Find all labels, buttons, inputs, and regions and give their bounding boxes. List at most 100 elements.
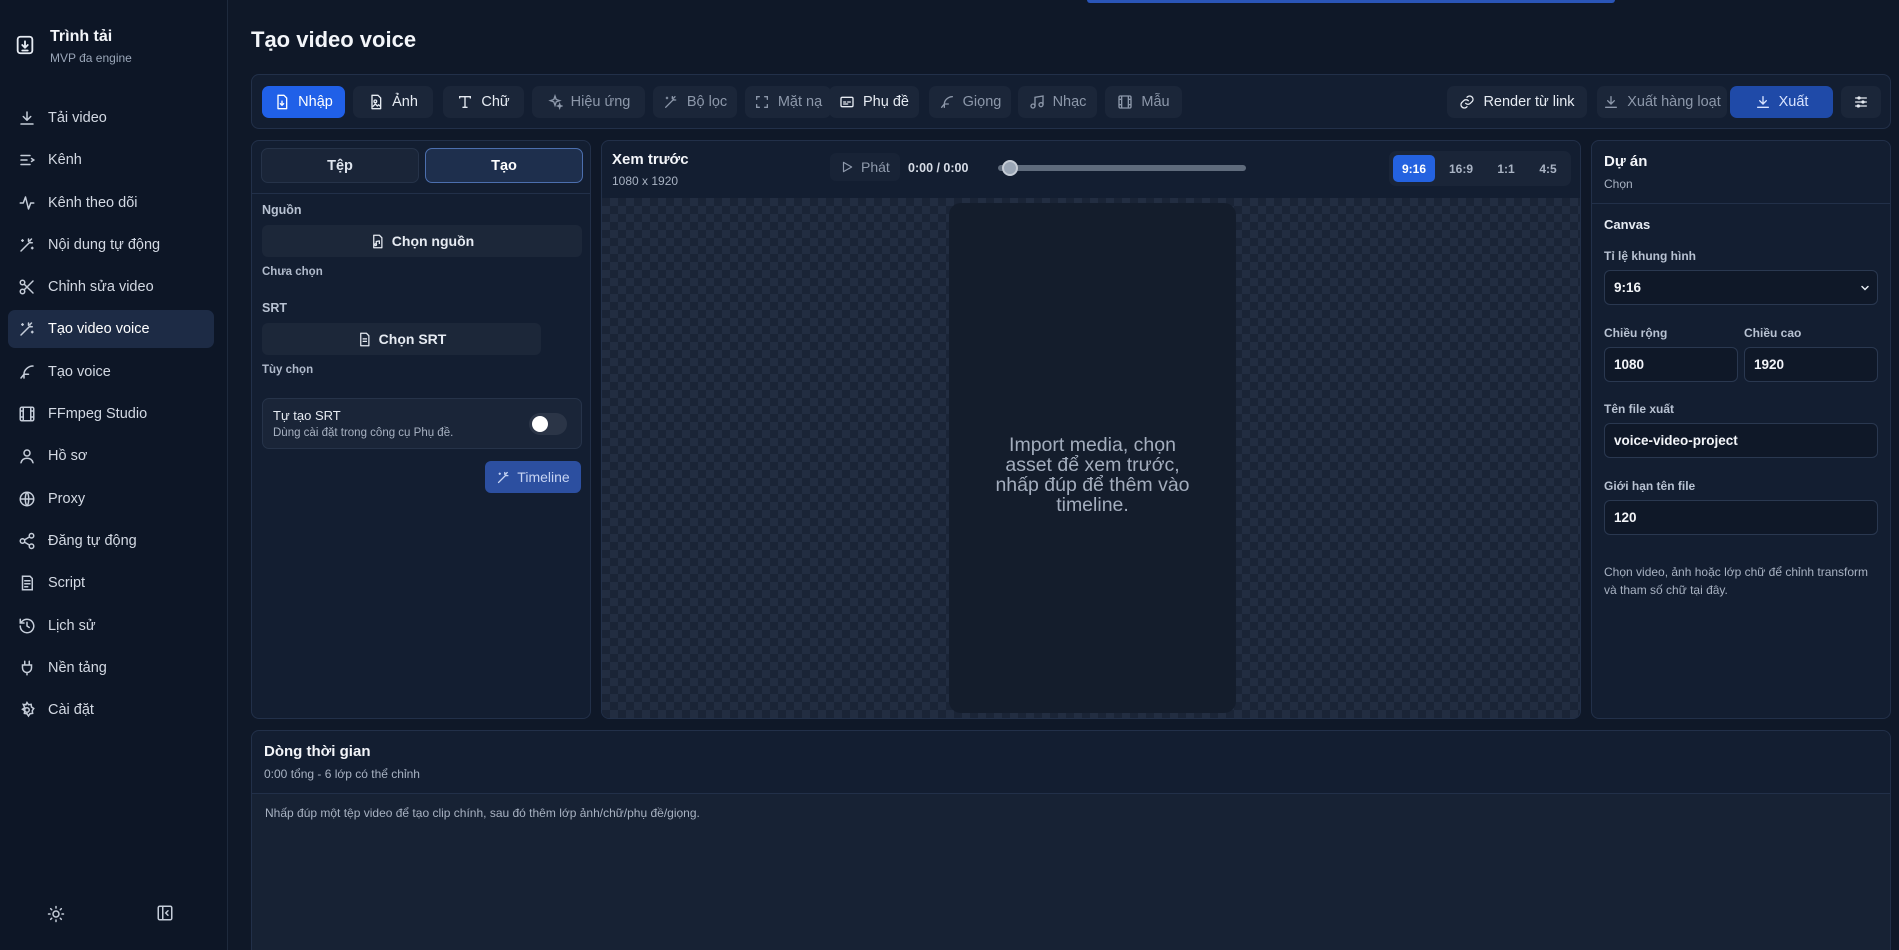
options-label: Tùy chọn <box>262 364 314 376</box>
ratio-1-1[interactable]: 1:1 <box>1487 155 1525 182</box>
template-button[interactable]: Mẫu <box>1105 86 1182 118</box>
sidebar-item-proxy[interactable]: Proxy <box>8 480 214 518</box>
sidebar-nav: Tải video Kênh Kênh theo dõi Nội dung tự… <box>8 99 214 733</box>
timeline-hint: Nhấp đúp một tệp video để tạo clip chính… <box>265 806 700 820</box>
choose-source-button[interactable]: Chọn nguồn <box>262 225 582 257</box>
timeline-tracks[interactable]: Nhấp đúp một tệp video để tạo clip chính… <box>252 794 1890 950</box>
import-label: Nhập <box>298 94 333 110</box>
globe-icon <box>18 490 36 508</box>
sidebar-item-script[interactable]: Script <box>8 564 214 602</box>
auto-srt-card: Tự tạo SRT Dùng cài đặt trong công cụ Ph… <box>262 398 582 449</box>
preview-canvas[interactable]: Import media, chọn asset để xem trước, n… <box>602 198 1580 718</box>
render-from-link-button[interactable]: Render từ link <box>1447 86 1587 118</box>
aspect-ratio-label: Tỉ lệ khung hình <box>1604 249 1696 263</box>
width-label: Chiều rộng <box>1604 326 1668 340</box>
image-button[interactable]: Ảnh <box>353 86 433 118</box>
preview-panel: Xem trước 1080 x 1920 Phát 0:00 / 0:00 9… <box>601 140 1581 719</box>
project-subtitle: Chọn <box>1604 177 1633 191</box>
batch-export-button[interactable]: Xuất hàng loạt <box>1597 86 1727 118</box>
seek-slider-thumb[interactable] <box>1002 160 1018 176</box>
sidebar-item-ho-so[interactable]: Hồ sơ <box>8 437 214 475</box>
image-file-icon <box>368 94 384 110</box>
toggle-knob <box>532 416 548 432</box>
project-title: Dự án <box>1604 153 1648 170</box>
choose-srt-button[interactable]: Chọn SRT <box>262 323 541 355</box>
subtitles-label: Phụ đề <box>863 94 909 110</box>
magic-wand-icon <box>18 236 36 254</box>
import-button[interactable]: Nhập <box>262 86 345 118</box>
canvas-section-title: Canvas <box>1604 217 1651 232</box>
mask-button[interactable]: Mặt nạ <box>745 86 831 118</box>
sidebar-item-lich-su[interactable]: Lịch sử <box>8 607 214 645</box>
preview-title: Xem trước <box>612 151 689 168</box>
music-label: Nhạc <box>1052 94 1087 110</box>
sidebar-item-label: FFmpeg Studio <box>48 406 148 423</box>
sparkles-icon <box>547 94 563 110</box>
playback-time: 0:00 / 0:00 <box>908 161 969 175</box>
auto-srt-toggle[interactable] <box>529 413 567 435</box>
sidebar-item-kenh-theo-doi[interactable]: Kênh theo dõi <box>8 184 214 222</box>
width-field[interactable]: 1080 <box>1604 347 1738 382</box>
sidebar-item-dang-tu-dong[interactable]: Đăng tự động <box>8 522 214 560</box>
music-button[interactable]: Nhạc <box>1018 86 1097 118</box>
sidebar-item-ffmpeg-studio[interactable]: FFmpeg Studio <box>8 395 214 433</box>
effects-button[interactable]: Hiệu ứng <box>532 86 645 118</box>
height-field[interactable]: 1920 <box>1744 347 1878 382</box>
chevron-down-icon <box>1859 282 1871 294</box>
auto-srt-title: Tự tạo SRT <box>273 408 341 423</box>
seek-slider-track[interactable] <box>998 165 1246 171</box>
tab-create[interactable]: Tạo <box>425 148 583 183</box>
sidebar-item-label: Hồ sơ <box>48 448 88 465</box>
aspect-ratio-value: 9:16 <box>1614 280 1642 295</box>
sidebar-item-nen-tang[interactable]: Nền tảng <box>8 649 214 687</box>
theme-toggle-sun-icon[interactable] <box>47 905 65 923</box>
sidebar-item-tao-video-voice[interactable]: Tạo video voice <box>8 310 214 349</box>
brand-title: Trình tải <box>50 28 113 45</box>
sidebar-item-chinh-sua-video[interactable]: Chỉnh sửa video <box>8 268 214 306</box>
subtitles-icon <box>839 94 855 110</box>
play-icon <box>840 160 854 174</box>
timeline-panel: Dòng thời gian 0:00 tổng - 6 lớp có thể … <box>251 730 1891 950</box>
sidebar-item-noi-dung-tu-dong[interactable]: Nội dung tự động <box>8 226 214 264</box>
magic-wand-icon <box>496 470 511 485</box>
sidebar-item-label: Proxy <box>48 490 86 507</box>
list-icon <box>18 151 36 169</box>
filename-limit-field[interactable]: 120 <box>1604 500 1878 535</box>
settings-sliders-button[interactable] <box>1841 86 1881 118</box>
aspect-ratio-select[interactable]: 9:16 <box>1604 270 1878 305</box>
tab-file[interactable]: Tệp <box>261 148 419 183</box>
download-box-icon <box>14 34 36 56</box>
export-button[interactable]: Xuất <box>1730 86 1833 118</box>
image-label: Ảnh <box>392 94 418 110</box>
feather-icon <box>939 94 955 110</box>
preview-frame[interactable]: Import media, chọn asset để xem trước, n… <box>949 203 1236 713</box>
timeline-title: Dòng thời gian <box>264 743 371 760</box>
filename-field[interactable]: voice-video-project <box>1604 423 1878 458</box>
sidebar-item-label: Nội dung tự động <box>48 236 161 253</box>
script-icon <box>18 574 36 592</box>
play-button[interactable]: Phát <box>830 153 900 181</box>
sidebar-item-tai-video[interactable]: Tải video <box>8 99 214 137</box>
download-icon <box>1755 94 1771 110</box>
ratio-9-16[interactable]: 9:16 <box>1393 155 1435 182</box>
sidebar: Trình tải MVP đa engine Tải video Kênh K… <box>0 0 228 950</box>
feather-icon <box>18 363 36 381</box>
ratio-4-5[interactable]: 4:5 <box>1529 155 1567 182</box>
collapse-sidebar-icon[interactable] <box>156 904 174 922</box>
link-icon <box>1459 94 1475 110</box>
voice-button[interactable]: Giọng <box>929 86 1011 118</box>
sidebar-item-kenh[interactable]: Kênh <box>8 141 214 179</box>
timeline-button[interactable]: Timeline <box>485 461 581 493</box>
editor-toolbar: Nhập Ảnh Chữ Hiệu ứng Bộ lọc Mặt nạ Phụ … <box>251 74 1891 129</box>
text-button[interactable]: Chữ <box>443 86 524 118</box>
ratio-16-9[interactable]: 16:9 <box>1439 155 1483 182</box>
choose-srt-label: Chọn SRT <box>378 331 447 347</box>
download-icon <box>1603 94 1619 110</box>
height-label: Chiều cao <box>1744 326 1802 340</box>
sidebar-item-tao-voice[interactable]: Tạo voice <box>8 353 214 391</box>
filters-button[interactable]: Bộ lọc <box>653 86 737 118</box>
download-icon <box>18 109 36 127</box>
music-note-icon <box>1029 94 1045 110</box>
subtitles-button[interactable]: Phụ đề <box>829 86 919 118</box>
sidebar-item-cai-dat[interactable]: Cài đặt <box>8 691 214 729</box>
